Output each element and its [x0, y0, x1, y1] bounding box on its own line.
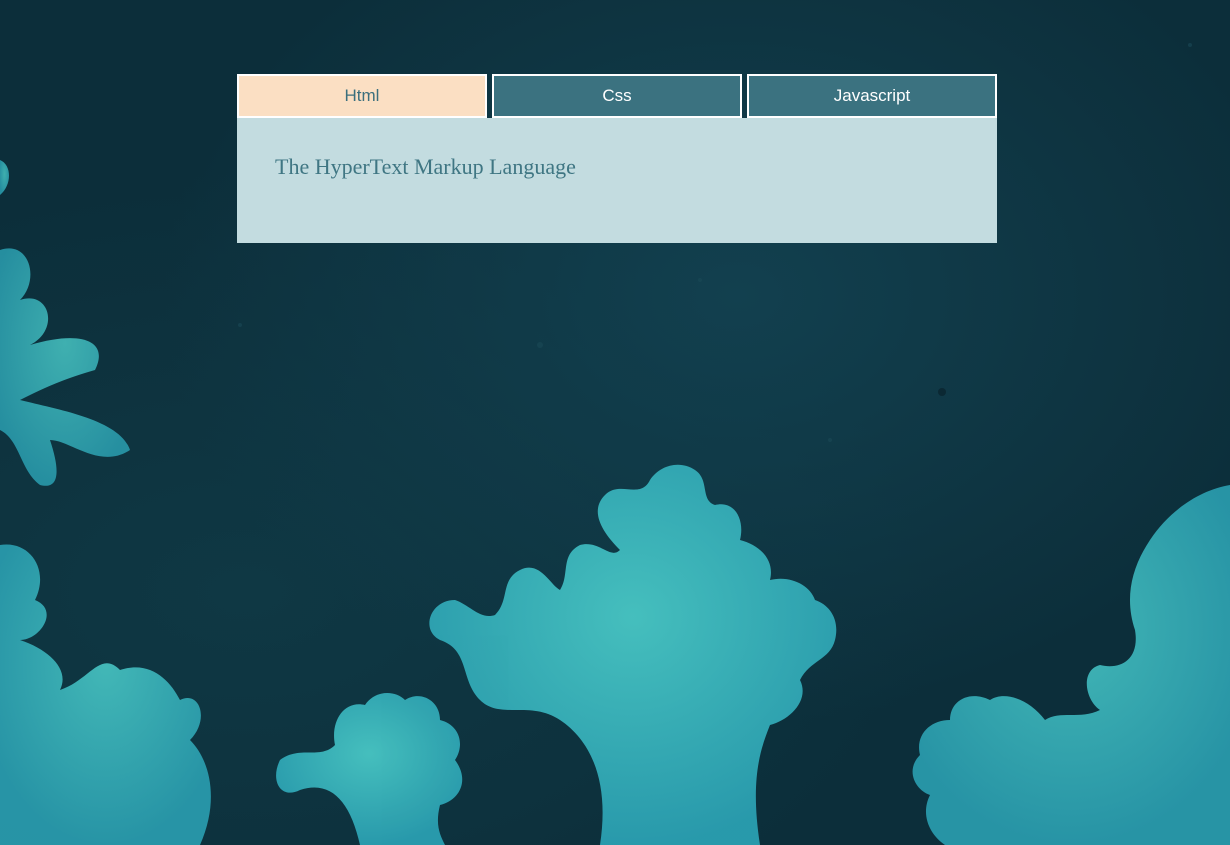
tab-bar: Html Css Javascript: [237, 74, 997, 118]
tab-panel-text: The HyperText Markup Language: [275, 154, 576, 179]
tab-html[interactable]: Html: [237, 74, 487, 118]
tab-panel: The HyperText Markup Language: [237, 118, 997, 243]
tabs-widget: Html Css Javascript The HyperText Markup…: [237, 74, 997, 243]
tab-css[interactable]: Css: [492, 74, 742, 118]
tab-javascript[interactable]: Javascript: [747, 74, 997, 118]
